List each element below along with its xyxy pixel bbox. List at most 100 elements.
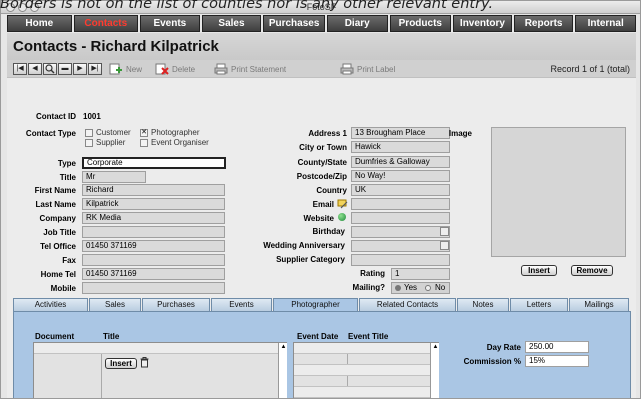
day-rate-field[interactable]: 250.00 [525, 341, 589, 353]
country-field[interactable]: UK [351, 184, 450, 196]
last-name-field[interactable]: Kilpatrick [82, 198, 225, 210]
image-label: Image [448, 129, 472, 138]
record-counter: Record 1 of 1 (total) [550, 64, 630, 74]
supplier-checkbox[interactable] [85, 139, 93, 147]
find-button[interactable] [43, 63, 57, 75]
printer-icon [214, 63, 228, 75]
app-window: FotoSF Home Contacts Events Sales Purcha… [0, 0, 641, 399]
tab-purchases[interactable]: Purchases [142, 298, 210, 311]
photographer-checkbox[interactable]: ✕ [140, 129, 148, 137]
day-rate-label: Day Rate [486, 343, 521, 352]
county-label: County/State [297, 158, 347, 167]
tab-letters[interactable]: Letters [510, 298, 568, 311]
image-insert-button[interactable]: Insert [521, 265, 557, 276]
caption-text: Borders is not on the list of counties n… [0, 0, 494, 12]
calendar-icon[interactable] [440, 227, 449, 236]
list-item[interactable] [34, 343, 278, 354]
next-record-button[interactable]: ▶ [73, 63, 87, 75]
delete-record-button[interactable]: Delete [155, 63, 195, 75]
email-icon[interactable] [337, 199, 348, 211]
mailing-label: Mailing? [352, 283, 385, 292]
type-field[interactable]: Corporate [82, 157, 226, 169]
rating-field[interactable]: 1 [391, 268, 450, 280]
printer-icon [340, 63, 354, 75]
list-item[interactable] [294, 376, 430, 387]
job-title-field[interactable] [82, 226, 225, 238]
first-name-label: First Name [34, 186, 76, 195]
tab-events[interactable]: Events [211, 298, 272, 311]
company-label: Company [39, 214, 76, 223]
city-label: City or Town [299, 143, 347, 152]
title-column-header: Title [103, 332, 120, 341]
print-label-label: Print Label [357, 64, 396, 74]
print-label-button[interactable]: Print Label [340, 63, 395, 75]
company-field[interactable]: RK Media [82, 212, 225, 224]
list-item[interactable] [294, 365, 430, 376]
calendar-icon[interactable] [440, 241, 449, 250]
tab-mailings[interactable]: Mailings [569, 298, 629, 311]
new-record-icon [109, 63, 123, 75]
photographer-checkbox-label: Photographer [151, 128, 200, 137]
event-date-column-header: Event Date [297, 332, 339, 341]
tel-office-field[interactable]: 01450 371169 [82, 240, 225, 252]
commission-field[interactable]: 15% [525, 355, 589, 367]
contact-type-label: Contact Type [25, 129, 76, 138]
home-tel-field[interactable]: 01450 371169 [82, 268, 225, 280]
anniversary-label: Wedding Anniversary [263, 241, 345, 250]
mobile-field[interactable] [82, 282, 225, 294]
list-item[interactable] [294, 387, 430, 398]
email-label: Email [312, 200, 334, 209]
image-container[interactable] [491, 127, 626, 257]
anniversary-field[interactable] [351, 240, 450, 252]
print-statement-label: Print Statement [231, 64, 287, 74]
county-field[interactable]: Dumfries & Galloway [351, 156, 450, 168]
tab-activities[interactable]: Activities [13, 298, 88, 311]
supplier-checkbox-label: Supplier [96, 138, 126, 147]
tab-sales[interactable]: Sales [89, 298, 141, 311]
tab-photographer[interactable]: Photographer [273, 298, 358, 311]
customer-checkbox[interactable] [85, 129, 93, 137]
organiser-checkbox[interactable] [140, 139, 148, 147]
last-record-button[interactable]: ▶| [88, 63, 102, 75]
event-title-column-header: Event Title [348, 332, 389, 341]
organiser-checkbox-label: Event Organiser [151, 138, 209, 147]
delete-record-label: Delete [172, 64, 196, 74]
tab-notes[interactable]: Notes [457, 298, 509, 311]
image-remove-button[interactable]: Remove [571, 265, 613, 276]
mailing-no-radio[interactable] [425, 285, 431, 291]
trash-icon[interactable] [140, 357, 149, 370]
mailing-yes-label: Yes [404, 283, 418, 292]
list-item[interactable] [294, 343, 430, 354]
city-field[interactable]: Hawick [351, 141, 450, 153]
title-field[interactable]: Mr [82, 171, 146, 183]
first-name-field[interactable]: Richard [82, 184, 225, 196]
first-record-button[interactable]: |◀ [13, 63, 27, 75]
previous-record-button[interactable]: ◀ [28, 63, 42, 75]
print-statement-button[interactable]: Print Statement [214, 63, 286, 75]
documents-scrollbar[interactable]: ▲ [278, 343, 287, 398]
contact-id-label: Contact ID [36, 112, 76, 121]
website-field[interactable] [351, 212, 450, 224]
birthday-label: Birthday [312, 227, 345, 236]
document-insert-button[interactable]: Insert [105, 358, 137, 369]
events-scrollbar[interactable]: ▲ [430, 343, 439, 398]
email-field[interactable] [351, 198, 450, 210]
website-label: Website [303, 214, 334, 223]
supplier-category-label: Supplier Category [276, 255, 345, 264]
birthday-field[interactable] [351, 226, 450, 238]
search-icon [45, 64, 55, 74]
address1-field[interactable]: 13 Brougham Place [351, 127, 450, 139]
mailing-yes-radio[interactable] [395, 285, 401, 291]
globe-icon[interactable] [338, 213, 346, 221]
events-portal[interactable]: ▲ [293, 342, 439, 398]
new-record-button[interactable]: New [109, 63, 142, 75]
last-name-label: Last Name [35, 200, 76, 209]
list-view-button[interactable]: ▬ [58, 63, 72, 75]
postcode-field[interactable]: No Way! [351, 170, 450, 182]
tab-related-contacts[interactable]: Related Contacts [359, 298, 456, 311]
documents-portal[interactable]: ▲ [33, 342, 287, 398]
supplier-category-field[interactable] [351, 254, 450, 266]
fax-field[interactable] [82, 254, 225, 266]
list-item[interactable] [294, 354, 430, 365]
type-label: Type [57, 159, 76, 168]
